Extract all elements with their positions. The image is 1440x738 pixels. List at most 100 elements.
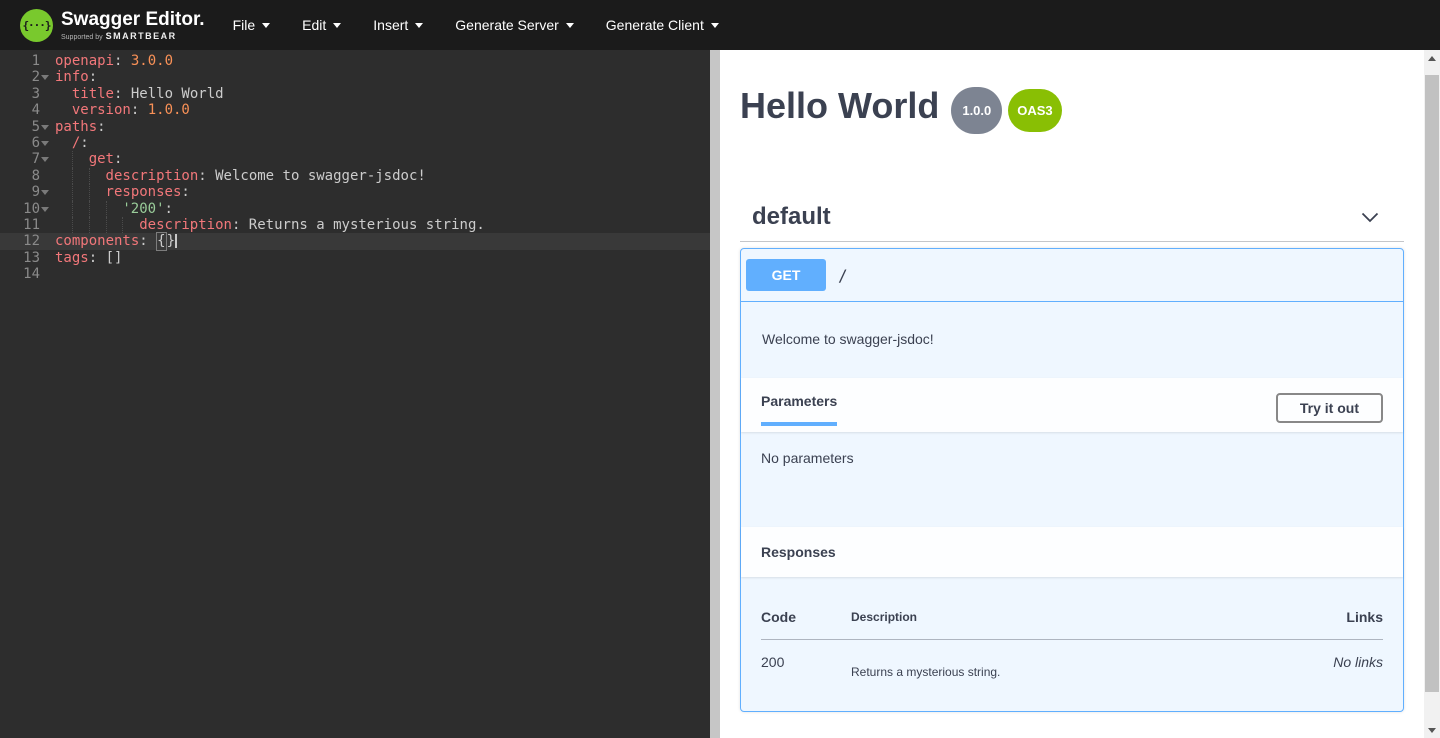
editor-line-7[interactable]: 7get: (0, 151, 710, 167)
editor-line-1[interactable]: 1openapi: 3.0.0 (0, 53, 710, 69)
fold-arrow-icon[interactable] (41, 157, 49, 162)
chevron-down-icon[interactable] (1358, 205, 1382, 229)
editor-line-10[interactable]: 10 '200': (0, 201, 710, 217)
fold-arrow-icon[interactable] (41, 75, 49, 80)
editor-line-6[interactable]: 6 /: (0, 135, 710, 151)
get-method-badge: GET (746, 259, 826, 291)
caret-down-icon (333, 23, 341, 28)
editor-line-5[interactable]: 5paths: (0, 119, 710, 135)
indent-guide (89, 184, 106, 200)
try-it-out-button[interactable]: Try it out (1276, 393, 1383, 423)
code-token: : (139, 233, 156, 249)
window-scrollbar[interactable] (1424, 50, 1440, 738)
response-row: 200Returns a mysterious string.No links (761, 640, 1383, 680)
code-token: } (167, 233, 175, 249)
caret-down-icon (711, 23, 719, 28)
response-code: 200 (761, 640, 851, 680)
swagger-braces-icon: {···} (20, 9, 53, 42)
line-number: 11 (0, 217, 48, 233)
scrollbar-thumb[interactable] (1425, 75, 1439, 692)
editor-line-4[interactable]: 4version: 1.0.0 (0, 102, 710, 118)
code-token: openapi (55, 53, 114, 69)
oas3-badge: OAS3 (1008, 89, 1061, 132)
operation-description: Welcome to swagger-jsdoc! (741, 302, 1403, 378)
line-number: 2 (0, 69, 48, 85)
code-token: '200' (122, 201, 164, 217)
parameters-body: No parameters (741, 432, 1403, 527)
indent-guide (55, 201, 72, 217)
indent-guide (55, 184, 72, 200)
indent-guide (72, 151, 89, 167)
fold-arrow-icon[interactable] (41, 125, 49, 130)
editor-line-3[interactable]: 3title: Hello World (0, 86, 710, 102)
indent-guide (89, 217, 106, 233)
responses-table-header: Code Description Links (761, 593, 1383, 640)
swagger-editor-logo[interactable]: {···} Swagger Editor. Supported bySMARTB… (20, 9, 205, 42)
fold-arrow-icon[interactable] (41, 207, 49, 212)
parameters-label: Parameters (761, 393, 837, 409)
indent-guide (89, 168, 106, 184)
code-token: : (181, 184, 189, 200)
editor-line-12[interactable]: 12components: {} (0, 233, 710, 249)
code-token: : Welcome to swagger-jsdoc! (198, 168, 426, 184)
menu-generate-client[interactable]: Generate Client (590, 0, 735, 50)
code-token: version (72, 102, 131, 118)
active-tab-underline (761, 422, 837, 426)
code-token: : (80, 135, 88, 151)
indent-guide (55, 135, 72, 151)
opblock-summary[interactable]: GET / (741, 249, 1403, 302)
code-token: responses (106, 184, 182, 200)
editor-line-14[interactable]: 14 (0, 266, 710, 282)
responses-table: Code Description Links 200Returns a myst… (761, 593, 1383, 679)
editor-line-8[interactable]: 8 description: Welcome to swagger-jsdoc! (0, 168, 710, 184)
editor-line-11[interactable]: 11description: Returns a mysterious stri… (0, 217, 710, 233)
code-token: : Returns a mysterious string. (232, 217, 485, 233)
line-number: 10 (0, 201, 48, 217)
scroll-up-icon[interactable] (1424, 50, 1440, 66)
code-editor[interactable]: 1openapi: 3.0.02info:3title: Hello World… (0, 50, 710, 738)
no-parameters-text: No parameters (761, 450, 854, 466)
menu-file[interactable]: File (217, 0, 287, 50)
line-number: 4 (0, 102, 48, 118)
code-token: info (55, 69, 89, 85)
editor-line-13[interactable]: 13tags: [] (0, 250, 710, 266)
menu-insert[interactable]: Insert (357, 0, 439, 50)
code-token: components (55, 233, 139, 249)
scroll-down-icon[interactable] (1424, 722, 1440, 738)
code-token: / (72, 135, 80, 151)
line-number: 5 (0, 119, 48, 135)
responses-title: Responses (761, 544, 1383, 560)
api-title-text: Hello World (740, 85, 939, 126)
menu-generate-server[interactable]: Generate Server (439, 0, 590, 50)
code-token: : (165, 201, 173, 217)
tag-section-default[interactable]: default (740, 193, 1404, 242)
fold-arrow-icon[interactable] (41, 190, 49, 195)
line-number: 6 (0, 135, 48, 151)
line-number: 1 (0, 53, 48, 69)
code-token: : (114, 151, 122, 167)
supported-by-label: Supported bySMARTBEAR (61, 31, 205, 41)
tag-name: default (752, 203, 831, 231)
code-token: tags (55, 250, 89, 266)
editor-line-9[interactable]: 9responses: (0, 184, 710, 200)
line-number: 8 (0, 168, 48, 184)
responses-header: Responses (741, 527, 1403, 577)
code-token: : (131, 102, 148, 118)
indent-guide (106, 217, 123, 233)
response-links: No links (1253, 640, 1383, 680)
fold-arrow-icon[interactable] (41, 141, 49, 146)
editor-scrollbar[interactable] (710, 50, 720, 738)
code-token: : Hello World (114, 86, 224, 102)
code-token: : (97, 119, 105, 135)
indent-guide (55, 102, 72, 118)
editor-line-2[interactable]: 2info: (0, 69, 710, 85)
caret-down-icon (566, 23, 574, 28)
response-description: Returns a mysterious string. (851, 640, 1253, 680)
indent-guide (89, 201, 106, 217)
tab-parameters[interactable]: Parameters (761, 393, 837, 426)
code-token: description (106, 168, 199, 184)
caret-down-icon (262, 23, 270, 28)
menu-edit[interactable]: Edit (286, 0, 357, 50)
line-number: 13 (0, 250, 48, 266)
indent-guide (106, 201, 123, 217)
